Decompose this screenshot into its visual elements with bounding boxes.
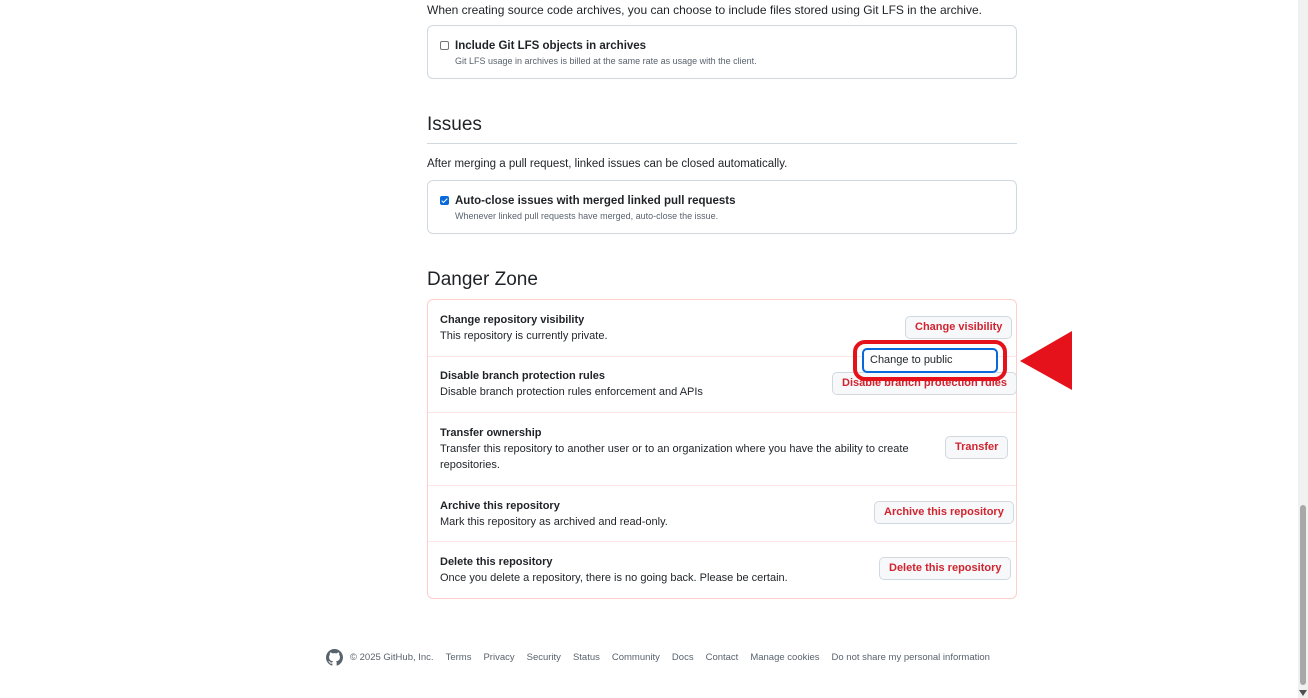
footer-link-manage-cookies[interactable]: Manage cookies [750,652,819,663]
footer-link-contact[interactable]: Contact [706,652,739,663]
archive-description: Mark this repository as archived and rea… [440,516,668,528]
footer-link-terms[interactable]: Terms [446,652,472,663]
delete-description: Once you delete a repository, there is n… [440,572,788,584]
footer-link-community[interactable]: Community [612,652,660,663]
scrollbar-thumb[interactable] [1300,505,1306,685]
auto-close-option-box: Auto-close issues with merged linked pul… [427,180,1017,234]
lfs-archives-option-box: Include Git LFS objects in archives Git … [427,25,1017,79]
pointer-arrow-icon [1020,331,1073,396]
danger-zone-box: Change repository visibility This reposi… [427,299,1018,599]
lfs-archives-note: Git LFS usage in archives is billed at t… [455,56,757,66]
danger-row-transfer: Transfer ownership Transfer this reposit… [428,413,1016,485]
issues-divider [427,143,1017,144]
visibility-description: This repository is currently private. [440,330,608,342]
disable-branch-protection-button[interactable]: Disable branch protection rules [832,372,1018,395]
issues-description: After merging a pull request, linked iss… [427,158,788,170]
footer-link-status[interactable]: Status [573,652,600,663]
danger-row-delete: Delete this repository Once you delete a… [428,542,1016,598]
issues-heading: Issues [427,114,482,135]
lfs-archives-label[interactable]: Include Git LFS objects in archives [455,39,646,53]
branch-protection-title: Disable branch protection rules [440,370,606,382]
delete-repository-button[interactable]: Delete this repository [879,557,1012,580]
footer-copyright: © 2025 GitHub, Inc. [350,651,434,663]
visibility-title: Change repository visibility [440,314,585,326]
danger-zone-heading: Danger Zone [427,269,538,290]
transfer-description: Transfer this repository to another user… [440,443,909,471]
footer-link-privacy[interactable]: Privacy [483,652,514,663]
change-to-public-menu-item[interactable]: Change to public [862,348,998,373]
github-mark-icon[interactable] [326,648,343,666]
transfer-title: Transfer ownership [440,427,542,439]
change-visibility-button[interactable]: Change visibility [905,316,1013,339]
delete-title: Delete this repository [440,556,553,568]
triangle-down-icon[interactable] [1298,688,1308,698]
lfs-archives-checkbox[interactable] [440,41,449,50]
transfer-button[interactable]: Transfer [945,436,1009,459]
auto-close-checkbox[interactable] [440,196,449,205]
archive-title: Archive this repository [440,500,560,512]
footer: © 2025 GitHub, Inc. Terms Privacy Securi… [326,648,1002,666]
footer-link-do-not-share[interactable]: Do not share my personal information [832,652,990,663]
danger-row-archive: Archive this repository Mark this reposi… [428,486,1016,541]
settings-page: When creating source code archives, you … [0,0,1308,698]
archives-description: When creating source code archives, you … [427,3,982,17]
footer-link-docs[interactable]: Docs [672,652,694,663]
auto-close-note: Whenever linked pull requests have merge… [455,211,719,221]
auto-close-label[interactable]: Auto-close issues with merged linked pul… [455,194,736,208]
footer-link-security[interactable]: Security [527,652,561,663]
archive-repository-button[interactable]: Archive this repository [874,501,1014,524]
